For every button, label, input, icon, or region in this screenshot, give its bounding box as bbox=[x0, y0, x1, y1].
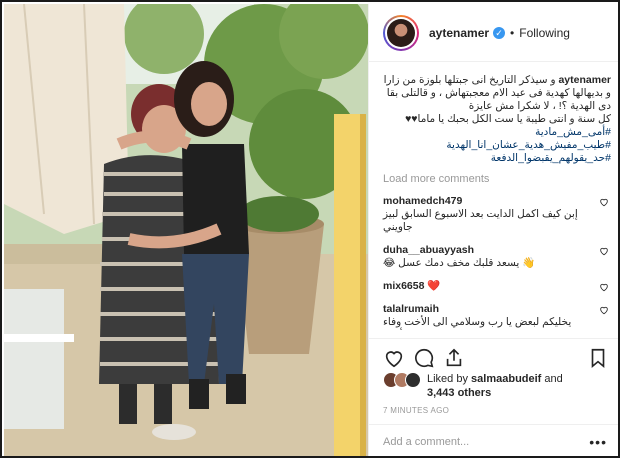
verified-badge-icon: ✓ bbox=[493, 26, 506, 39]
post-photo[interactable] bbox=[4, 4, 368, 456]
heart-icon[interactable] bbox=[383, 347, 405, 369]
post-caption: aytenamer و سيذكر التاريخ انى جبتلها بلو… bbox=[383, 74, 611, 165]
hashtag-link[interactable]: #طيب_مفيش_هدية_عشان_انا_الهدية bbox=[383, 139, 611, 152]
post-side-panel: aytenamer ✓ • Following aytenamer و سيذك… bbox=[368, 4, 618, 456]
post-timestamp: 7 MINUTES AGO bbox=[383, 406, 450, 415]
comment-item: talalrumaih يخليكم لبعض يا رب وسلامي الى… bbox=[383, 303, 611, 330]
comments-section: aytenamer و سيذكر التاريخ انى جبتلها بلو… bbox=[369, 62, 618, 330]
post-username[interactable]: aytenamer bbox=[429, 26, 489, 40]
load-more-comments-button[interactable]: Load more comments bbox=[383, 173, 611, 185]
comment-item: duha__abuayyash 👋 يسعد قلبك مخف دمك عسل … bbox=[383, 244, 611, 270]
likes-summary: Liked by salmaabudeif and 3,443 others bbox=[383, 372, 563, 400]
caption-username[interactable]: aytenamer bbox=[558, 74, 611, 86]
comment-username[interactable]: mix6658 bbox=[383, 280, 424, 292]
comment-like-heart-icon[interactable] bbox=[599, 197, 609, 207]
avatar bbox=[387, 18, 415, 47]
comment-username[interactable]: duha__abuayyash bbox=[383, 244, 474, 256]
liker-username[interactable]: salmaabudeif bbox=[471, 373, 541, 385]
comment-item: mohamedch479 إبن كيف اكمل الدايت بعد الا… bbox=[383, 195, 611, 234]
caption-line-2: كل سنة و انتى طيبة يا ست الكل بحبك يا ما… bbox=[405, 113, 611, 125]
instagram-post-window: aytenamer ✓ • Following aytenamer و سيذك… bbox=[0, 0, 620, 458]
share-icon[interactable] bbox=[443, 347, 465, 369]
more-options-icon[interactable]: ••• bbox=[589, 434, 607, 450]
comment-username[interactable]: mohamedch479 bbox=[383, 195, 591, 208]
add-comment-input[interactable] bbox=[383, 435, 590, 448]
comment-bubble-icon[interactable] bbox=[413, 347, 435, 369]
following-button[interactable]: Following bbox=[519, 26, 570, 40]
post-actions-bar bbox=[369, 338, 618, 369]
liker-avatars bbox=[383, 372, 423, 390]
comment-text: يخليكم لبعض يا رب وسلامي الى الأخت وفاء … bbox=[383, 316, 572, 330]
likes-others-link[interactable]: 3,443 others bbox=[427, 387, 491, 399]
photo-illustration bbox=[4, 4, 368, 456]
post-header: aytenamer ✓ • Following bbox=[369, 4, 618, 62]
bookmark-icon[interactable] bbox=[587, 347, 609, 369]
comment-like-heart-icon[interactable] bbox=[599, 282, 609, 292]
header-separator: • bbox=[510, 25, 515, 40]
comment-username[interactable]: talalrumaih bbox=[383, 303, 591, 316]
comment-like-heart-icon[interactable] bbox=[599, 246, 609, 256]
comment-item: mix6658 ❤️ bbox=[383, 280, 611, 293]
add-comment-bar: ••• bbox=[369, 424, 618, 456]
hashtag-link[interactable]: #أمى_مش_مادية bbox=[383, 126, 611, 139]
comment-like-heart-icon[interactable] bbox=[599, 305, 609, 315]
comment-text: إبن كيف اكمل الدايت بعد الاسبوع السابق ل… bbox=[383, 208, 578, 233]
likes-text: Liked by salmaabudeif and 3,443 others bbox=[427, 373, 563, 399]
liker-avatar bbox=[405, 372, 421, 388]
hashtag-link[interactable]: #حد_يقولهم_يقبضوا_الدفعة bbox=[383, 152, 611, 165]
story-ring[interactable] bbox=[383, 14, 419, 51]
comment-text: 👋 يسعد قلبك مخف دمك عسل 😂 bbox=[383, 257, 536, 269]
comment-text: ❤️ bbox=[427, 280, 441, 292]
